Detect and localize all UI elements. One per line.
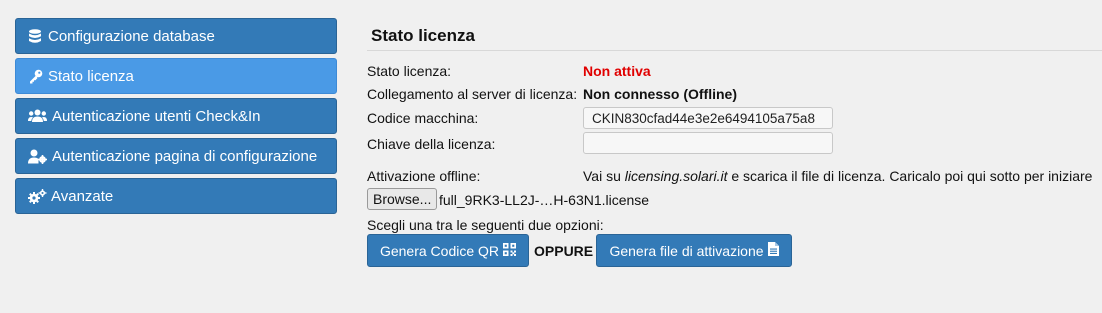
- sidebar-item-avanzate[interactable]: Avanzate: [15, 178, 337, 214]
- qrcode-icon: [499, 242, 517, 259]
- licensing-link[interactable]: licensing.solari.it: [625, 168, 728, 184]
- cogs-icon: [28, 188, 51, 204]
- offline-text-before: Vai su: [583, 168, 625, 184]
- license-key-field[interactable]: [583, 132, 833, 154]
- server-value: Non connesso (Offline): [583, 86, 737, 102]
- file-upload: Browse... full_9RK3-LL2J-…H-63N1.license: [367, 188, 767, 210]
- sidebar-item-database[interactable]: Configurazione database: [15, 18, 337, 54]
- page-title: Stato licenza: [367, 18, 1102, 51]
- sidebar-item-autenticazione-utenti[interactable]: Autenticazione utenti Check&In: [15, 98, 337, 134]
- users-icon: [28, 109, 52, 123]
- file-name: full_9RK3-LL2J-…H-63N1.license: [439, 192, 650, 208]
- sidebar-item-label: Autenticazione pagina di configurazione: [52, 147, 318, 165]
- sidebar-item-label: Stato licenza: [48, 67, 134, 85]
- offline-text-after: e scarica il file di licenza. Caricalo p…: [727, 168, 1093, 184]
- choose-text: Scegli una tra le seguenti due opzioni:: [367, 217, 604, 233]
- sidebar-item-label: Avanzate: [51, 187, 114, 205]
- status-label: Stato licenza:: [367, 63, 452, 79]
- generate-qr-label: Genera Codice QR: [379, 242, 500, 259]
- database-icon: [28, 28, 48, 44]
- server-label: Collegamento al server di licenza:: [367, 86, 578, 102]
- offline-label: Attivazione offline:: [367, 168, 481, 184]
- sidebar-item-stato-licenza[interactable]: Stato licenza: [15, 58, 337, 94]
- sidebar-item-label: Autenticazione utenti Check&In: [52, 107, 261, 125]
- machine-code-field[interactable]: [583, 107, 833, 129]
- generate-file-button[interactable]: Genera file di attivazione: [596, 234, 792, 267]
- status-value: Non attiva: [583, 63, 651, 79]
- sidebar-item-label: Configurazione database: [48, 27, 215, 45]
- key-icon: [28, 69, 48, 84]
- offline-instructions: Vai su licensing.solari.it e scarica il …: [583, 168, 1092, 184]
- file-icon: [764, 242, 779, 259]
- license-panel: Stato licenza Stato licenza: Non attiva …: [367, 18, 1102, 267]
- sidebar-item-autenticazione-pagina[interactable]: Autenticazione pagina di configurazione: [15, 138, 337, 174]
- generate-qr-button[interactable]: Genera Codice QR: [367, 234, 529, 267]
- generate-file-label: Genera file di attivazione: [609, 242, 764, 259]
- or-text: OPPURE: [534, 243, 594, 259]
- key-label: Chiave della licenza:: [367, 136, 496, 152]
- machine-label: Codice macchina:: [367, 110, 479, 126]
- sidebar: Configurazione database Stato licenza Au…: [15, 18, 337, 218]
- user-gear-icon: [28, 149, 52, 164]
- browse-button[interactable]: Browse...: [367, 188, 438, 210]
